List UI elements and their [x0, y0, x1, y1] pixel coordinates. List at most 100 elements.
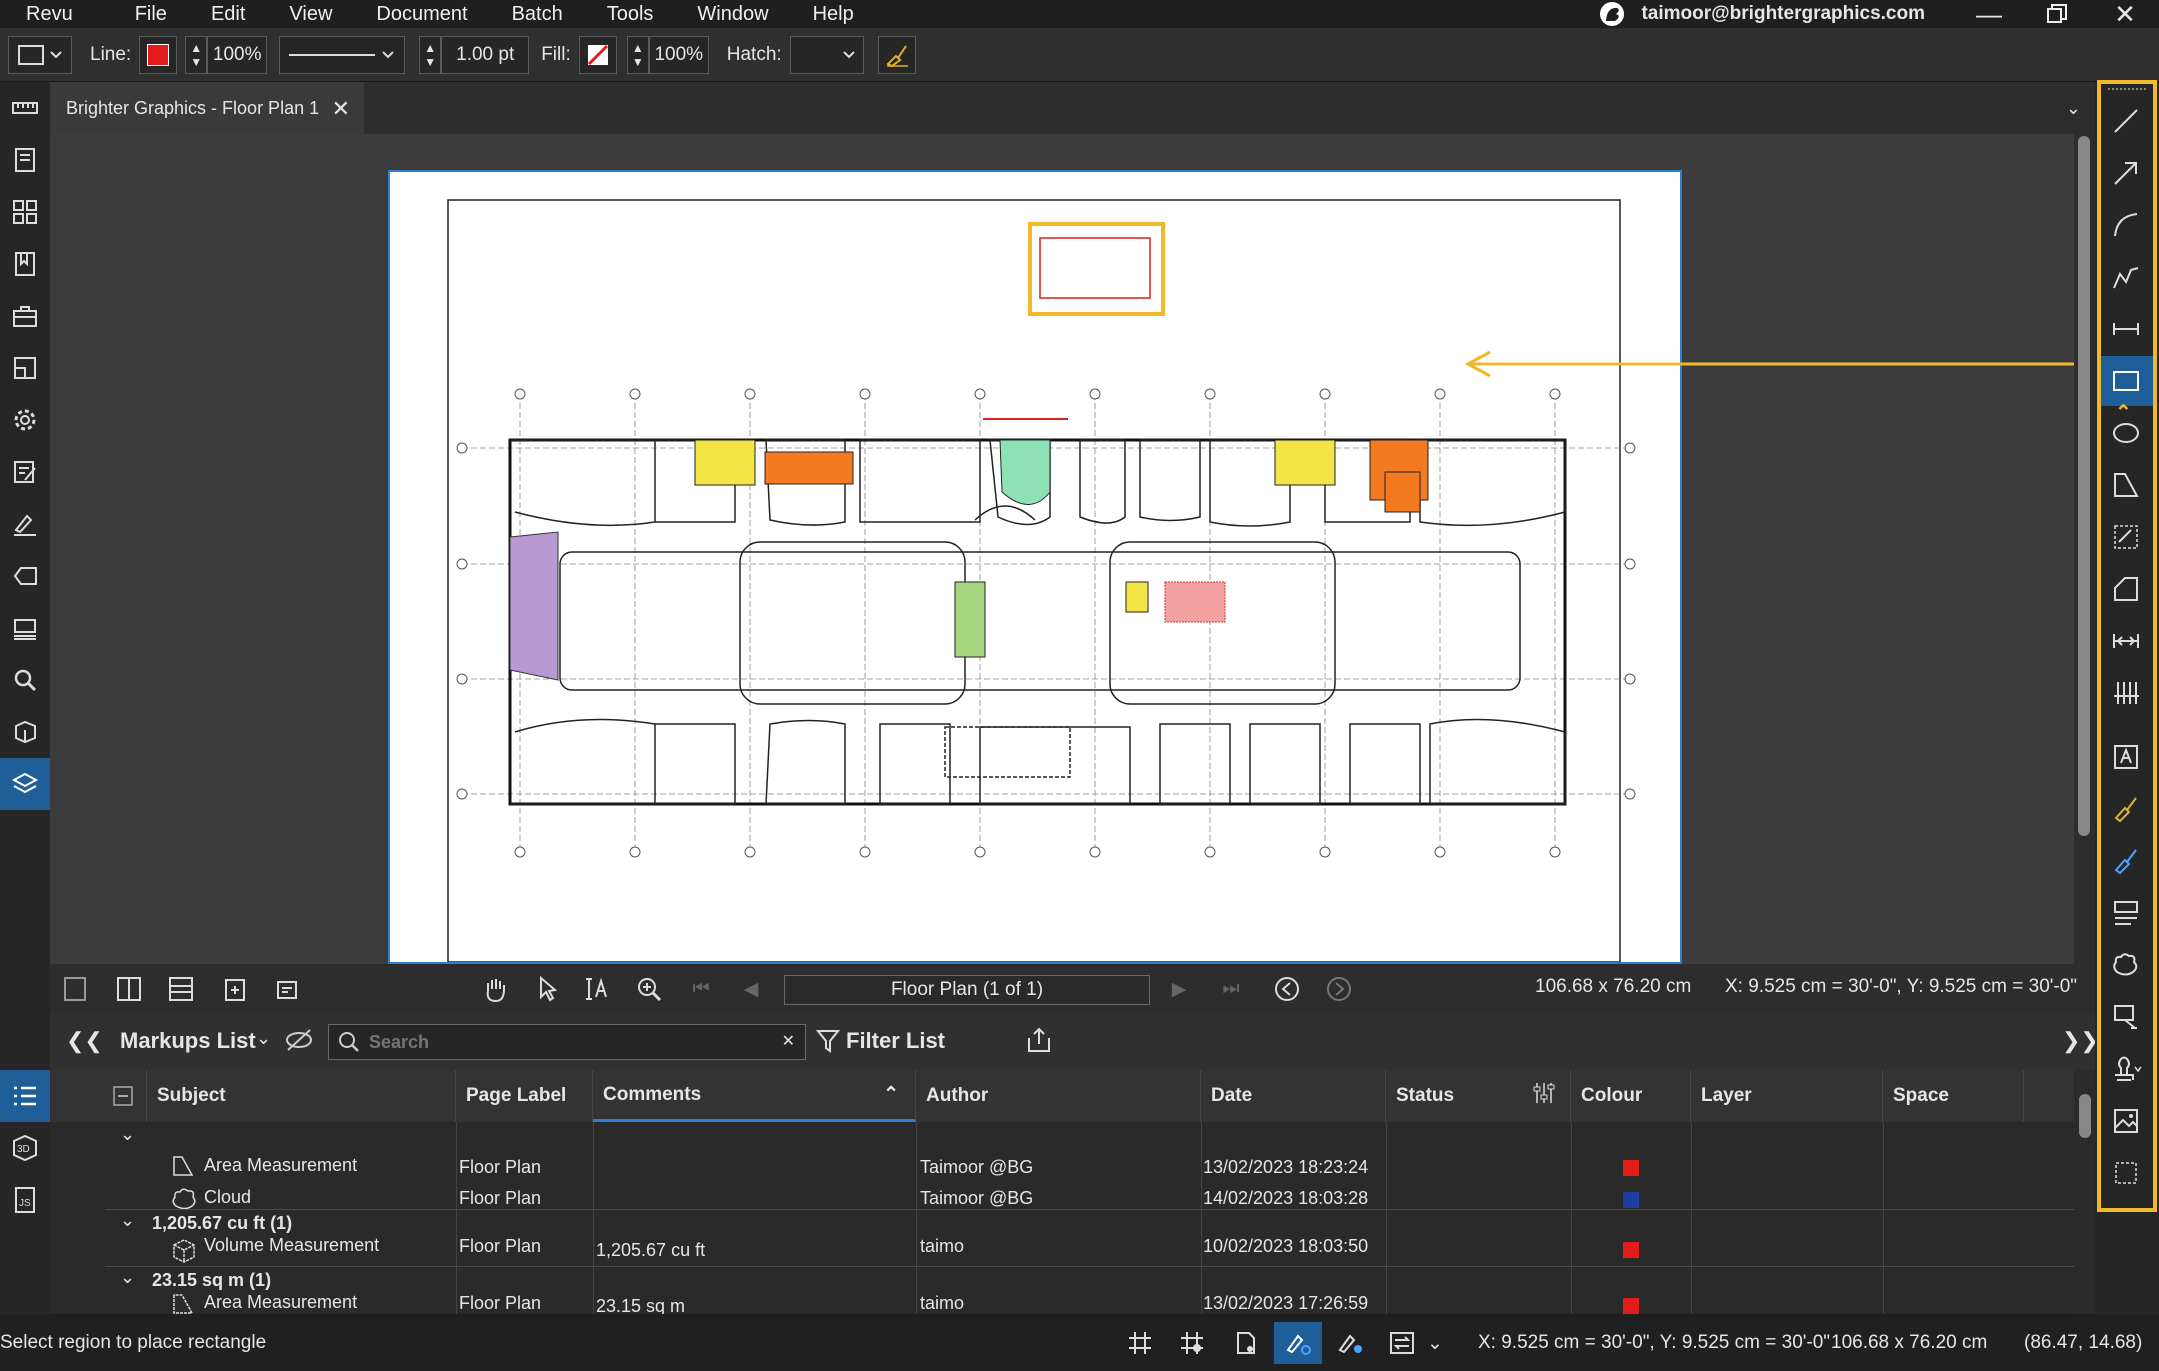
line-opacity-field[interactable]: 100% — [207, 35, 268, 74]
pan-hand-icon[interactable] — [480, 974, 510, 1004]
col-comments[interactable]: Comments ⌃ — [593, 1070, 916, 1122]
line-width-field[interactable]: 1.00 pt — [441, 35, 530, 74]
page-field[interactable]: Floor Plan (1 of 1) — [784, 975, 1150, 1005]
expand-group-icon[interactable]: ⌄ — [120, 1124, 135, 1145]
layers-icon[interactable] — [0, 758, 50, 810]
fill-opacity-field[interactable]: 100% — [648, 35, 709, 74]
col-layer[interactable]: Layer — [1691, 1070, 1883, 1122]
markups-list-title[interactable]: Markups List — [120, 1028, 256, 1054]
single-page-icon[interactable] — [60, 974, 90, 1004]
col-author[interactable]: Author — [916, 1070, 1201, 1122]
text-select-icon[interactable] — [582, 974, 612, 1004]
previous-page-icon[interactable]: ◀ — [736, 974, 766, 1004]
split-vertical-icon[interactable] — [114, 974, 144, 1004]
search-field[interactable]: ✕ — [328, 1024, 806, 1060]
sets-icon[interactable] — [0, 602, 50, 654]
filter-list-button[interactable]: Filter List — [846, 1028, 945, 1054]
column-settings-icon[interactable] — [1532, 1081, 1556, 1111]
menu-view[interactable]: View — [267, 3, 354, 26]
spaces-icon[interactable] — [0, 706, 50, 758]
signature-icon[interactable] — [0, 498, 50, 550]
properties-icon[interactable] — [0, 342, 50, 394]
tool-chest-icon[interactable] — [0, 290, 50, 342]
markup-style-dropdown[interactable] — [8, 35, 72, 74]
menu-file[interactable]: File — [113, 3, 189, 26]
menu-help[interactable]: Help — [791, 3, 876, 26]
page-field-value: Floor Plan (1 of 1) — [890, 979, 1044, 1000]
next-page-icon[interactable]: ▶ — [1164, 974, 1194, 1004]
hatch-dropdown[interactable] — [789, 35, 864, 74]
close-window-button[interactable]: ✕ — [2091, 0, 2159, 29]
menu-tools[interactable]: Tools — [585, 3, 676, 26]
fill-opacity-stepper[interactable]: ▲ ▼ — [626, 35, 649, 74]
menu-revu[interactable]: Revu — [0, 3, 113, 26]
line-width-stepper[interactable]: ▲ ▼ — [419, 35, 442, 74]
col-status[interactable]: Status — [1386, 1070, 1571, 1122]
col-date[interactable]: Date — [1201, 1070, 1386, 1122]
file-access-icon[interactable] — [0, 134, 50, 186]
line-style-dropdown[interactable] — [279, 35, 406, 74]
pdf-page[interactable] — [388, 170, 1682, 964]
fill-color-picker[interactable] — [578, 35, 617, 74]
close-tab-icon[interactable]: ✕ — [332, 96, 350, 122]
format-painter-button[interactable] — [877, 35, 916, 74]
col-page-label[interactable]: Page Label — [456, 1070, 593, 1122]
document-canvas[interactable] — [50, 134, 2074, 964]
menu-document[interactable]: Document — [354, 3, 489, 26]
compare-icon[interactable] — [272, 974, 302, 1004]
chevron-down-icon[interactable]: ⌄ — [256, 1028, 271, 1049]
user-email[interactable]: taimoor@brightergraphics.com — [1641, 3, 1925, 25]
minimize-button[interactable]: — — [1955, 0, 2023, 29]
snap-to-markup-icon[interactable] — [1274, 1322, 1322, 1364]
select-all-checkbox[interactable] — [105, 1070, 147, 1122]
select-arrow-icon[interactable] — [532, 974, 562, 1004]
col-subject[interactable]: Subject — [147, 1070, 456, 1122]
back-view-icon[interactable] — [1272, 974, 1302, 1004]
scrollbar-thumb[interactable] — [2078, 136, 2090, 836]
javascript-icon[interactable]: JS — [0, 1174, 50, 1226]
settings-gear-icon[interactable] — [0, 394, 50, 446]
collapse-group-icon[interactable]: ⌄ — [120, 1210, 135, 1231]
menu-window[interactable]: Window — [675, 3, 790, 26]
list-view-icon[interactable] — [0, 1070, 50, 1122]
search-panel-icon[interactable] — [0, 654, 50, 706]
grid-icon[interactable] — [1116, 1322, 1164, 1364]
col-space[interactable]: Space — [1883, 1070, 2024, 1122]
expand-panel-icon[interactable]: ❯❯ — [2062, 1028, 2099, 1054]
col-colour[interactable]: Colour — [1571, 1070, 1691, 1122]
restore-button[interactable] — [2023, 0, 2091, 28]
chevron-down-icon[interactable]: ⌄ — [2066, 98, 2081, 119]
bookmarks-icon[interactable] — [0, 238, 50, 290]
vertical-scrollbar[interactable] — [2074, 134, 2095, 964]
line-color-picker[interactable] — [139, 35, 178, 74]
export-icon[interactable] — [1026, 1026, 1052, 1060]
forward-view-icon[interactable] — [1324, 974, 1354, 1004]
measure-panel-icon[interactable] — [0, 82, 50, 134]
3d-view-icon[interactable]: 3D — [0, 1122, 50, 1174]
markup-edit-icon[interactable] — [0, 446, 50, 498]
collapse-group-icon[interactable]: ⌄ — [120, 1267, 135, 1288]
thumbnails-icon[interactable] — [0, 186, 50, 238]
sync-icon[interactable] — [220, 974, 250, 1004]
snap-to-grid-icon[interactable] — [1168, 1322, 1216, 1364]
zoom-icon[interactable] — [634, 974, 664, 1004]
menu-edit[interactable]: Edit — [189, 3, 267, 26]
reuse-tool-icon[interactable] — [1326, 1322, 1374, 1364]
first-page-icon[interactable]: ⏮ — [686, 974, 716, 1004]
search-input[interactable] — [369, 1031, 769, 1053]
clear-search-icon[interactable]: ✕ — [782, 1031, 795, 1051]
collapse-panel-icon[interactable]: ❮❮ — [66, 1028, 103, 1054]
tag-icon[interactable] — [0, 550, 50, 602]
line-opacity-stepper[interactable]: ▲ ▼ — [185, 35, 208, 74]
sync-tool-icon[interactable] — [1378, 1322, 1426, 1364]
menu-batch[interactable]: Batch — [490, 3, 585, 26]
table-scrollbar-thumb[interactable] — [2079, 1094, 2091, 1138]
snap-to-content-icon[interactable] — [1222, 1322, 1270, 1364]
hide-markups-icon[interactable] — [284, 1026, 314, 1060]
filter-icon[interactable] — [815, 1028, 841, 1060]
split-horizontal-icon[interactable] — [166, 974, 196, 1004]
last-page-icon[interactable]: ⏭ — [1216, 974, 1246, 1004]
document-tab[interactable]: Brighter Graphics - Floor Plan 1 ✕ — [50, 82, 364, 134]
bluebeam-logo-icon — [1597, 0, 1631, 28]
chevron-down-icon[interactable]: ⌄ — [1420, 1322, 1450, 1364]
